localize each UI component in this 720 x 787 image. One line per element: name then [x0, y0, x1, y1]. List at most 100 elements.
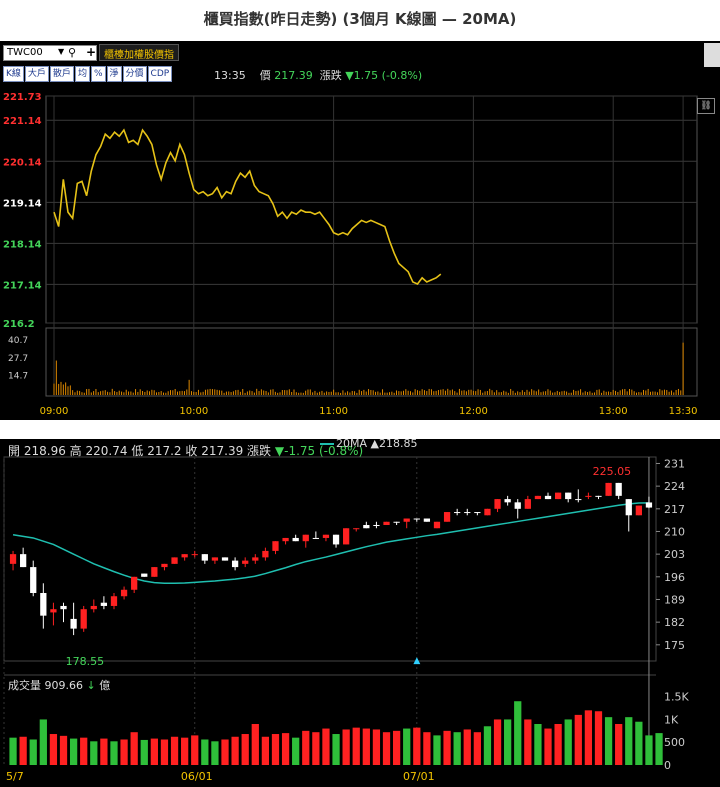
low-value: 217.2: [147, 444, 182, 458]
index-mode-button[interactable]: 櫃檯加權股價指: [99, 44, 179, 61]
volume-bar: [191, 735, 199, 765]
volume-bar: [443, 730, 451, 765]
candle-body: [50, 609, 57, 613]
intraday-y-tick: 217.14: [3, 280, 42, 291]
volume-bar: [524, 719, 532, 765]
volume-bar: [392, 730, 401, 765]
candle-body: [252, 557, 259, 561]
volume-bar: [170, 736, 179, 765]
candle-body: [60, 605, 67, 610]
volume-bar: [574, 714, 582, 765]
btn-percent[interactable]: %: [90, 66, 106, 82]
kline-chart-panel: 開 218.96 高 220.74 低 217.2 收 217.39 漲跌 ▼-…: [0, 439, 720, 787]
candle-body: [373, 525, 380, 526]
volume-arrow: ↓: [86, 679, 96, 692]
candle-body: [100, 602, 108, 606]
symbol-input[interactable]: TWC00 ▼ ⚲ +: [3, 45, 97, 61]
btn-price-distribution[interactable]: 分價: [122, 66, 147, 82]
volume-bar: [231, 736, 239, 765]
volume-bar: [80, 737, 88, 765]
candle-body: [181, 554, 188, 558]
candle-body: [131, 576, 138, 590]
candle-body: [292, 537, 299, 542]
volume-y-tick: 1.5K: [664, 691, 689, 704]
candle-body: [585, 495, 592, 497]
volume-label: 成交量: [8, 679, 41, 692]
volume-bar: [544, 728, 552, 765]
btn-average[interactable]: 均: [74, 66, 90, 82]
add-icon[interactable]: +: [86, 45, 96, 59]
kline-plot: 231 224 217 210 203 196 189 182 175 5/7 06/01 07/01…: [3, 456, 689, 783]
ma-legend-swatch: [320, 443, 334, 445]
volume-bar: [130, 732, 138, 765]
candle-body: [353, 528, 360, 530]
volume-bar: [483, 726, 492, 765]
quote-time: 13:35: [214, 69, 246, 82]
volume-bar: [362, 728, 370, 765]
change-label: 漲跌: [319, 69, 342, 82]
kline-y-tick: 189: [664, 593, 685, 606]
volume-bar: [463, 729, 471, 765]
volume-bar: [160, 739, 169, 765]
intraday-chart-panel: TWC00 ▼ ⚲ + 櫃檯加權股價指 K線 大戶 散戶 均 % 淨 分價 CD…: [0, 41, 720, 420]
volume-bar: [140, 739, 148, 765]
volume-bar: [110, 741, 118, 765]
volume-bar: [100, 738, 108, 765]
candle-body: [625, 499, 632, 516]
chevron-down-icon[interactable]: ▼: [58, 47, 64, 56]
candle-body: [474, 512, 481, 514]
ma-label: 20MA: [336, 439, 368, 450]
intraday-x-tick: 10:00: [179, 406, 208, 417]
side-panel-button[interactable]: [704, 43, 720, 67]
candle-body: [645, 502, 653, 508]
candle-body: [110, 596, 118, 606]
volume-bar: [493, 719, 502, 765]
volume-bar: [382, 732, 391, 765]
intraday-y-tick: 216.2: [3, 319, 35, 330]
intraday-x-tick: 13:30: [669, 406, 698, 417]
volume-bar: [39, 719, 47, 765]
candle-body: [90, 605, 97, 610]
link-icon[interactable]: ⛓: [697, 98, 715, 114]
volume-bar: [90, 741, 98, 765]
volume-bar: [221, 739, 229, 765]
candle-body: [615, 482, 622, 496]
candle-body: [272, 541, 279, 551]
volume-bar: [322, 728, 330, 765]
volume-bar: [534, 724, 542, 765]
btn-large-holders[interactable]: 大戶: [24, 66, 49, 82]
volume-bar: [514, 701, 522, 765]
min-price-annotation: 178.55: [66, 655, 105, 668]
volume-bar: [372, 729, 381, 765]
btn-kline[interactable]: K線: [3, 66, 24, 82]
volume-bar: [584, 710, 593, 765]
intraday-plot: 221.73 221.14 220.14 219.14 218.14 217.14 216.…: [3, 92, 698, 417]
volume-bar: [645, 735, 653, 765]
candle-body: [242, 560, 249, 564]
kline-x-tick: 06/01: [181, 770, 213, 783]
candle-body: [393, 521, 400, 523]
intraday-x-tick: 09:00: [40, 406, 69, 417]
candle-body: [464, 512, 471, 514]
volume-bar: [69, 738, 78, 765]
volume-bar: [59, 735, 68, 765]
open-value: 218.96: [23, 444, 66, 458]
candle-body: [151, 567, 158, 577]
candle-body: [322, 534, 330, 538]
btn-cdp[interactable]: CDP: [147, 66, 173, 82]
btn-net[interactable]: 淨: [106, 66, 122, 82]
quote-bar: 13:35 價 217.39 漲跌 ▼1.75 (-0.8%): [214, 67, 422, 83]
search-icon[interactable]: ⚲: [68, 46, 76, 59]
intraday-x-tick: 13:00: [599, 406, 628, 417]
kline-change-label: 漲跌: [247, 444, 272, 458]
volume-value: 909.66: [44, 679, 84, 692]
btn-retail[interactable]: 散戶: [49, 66, 74, 82]
volume-bar: [403, 728, 411, 765]
volume-bar: [594, 711, 603, 765]
intraday-y-tick: 221.73: [3, 92, 42, 103]
volume-bar: [302, 730, 310, 765]
intraday-y-tick: 221.14: [3, 116, 42, 127]
intraday-y-tick: 218.14: [3, 239, 42, 250]
candle-body: [565, 492, 572, 500]
chart-tool-buttons: K線 大戶 散戶 均 % 淨 分價 CDP: [3, 66, 173, 82]
